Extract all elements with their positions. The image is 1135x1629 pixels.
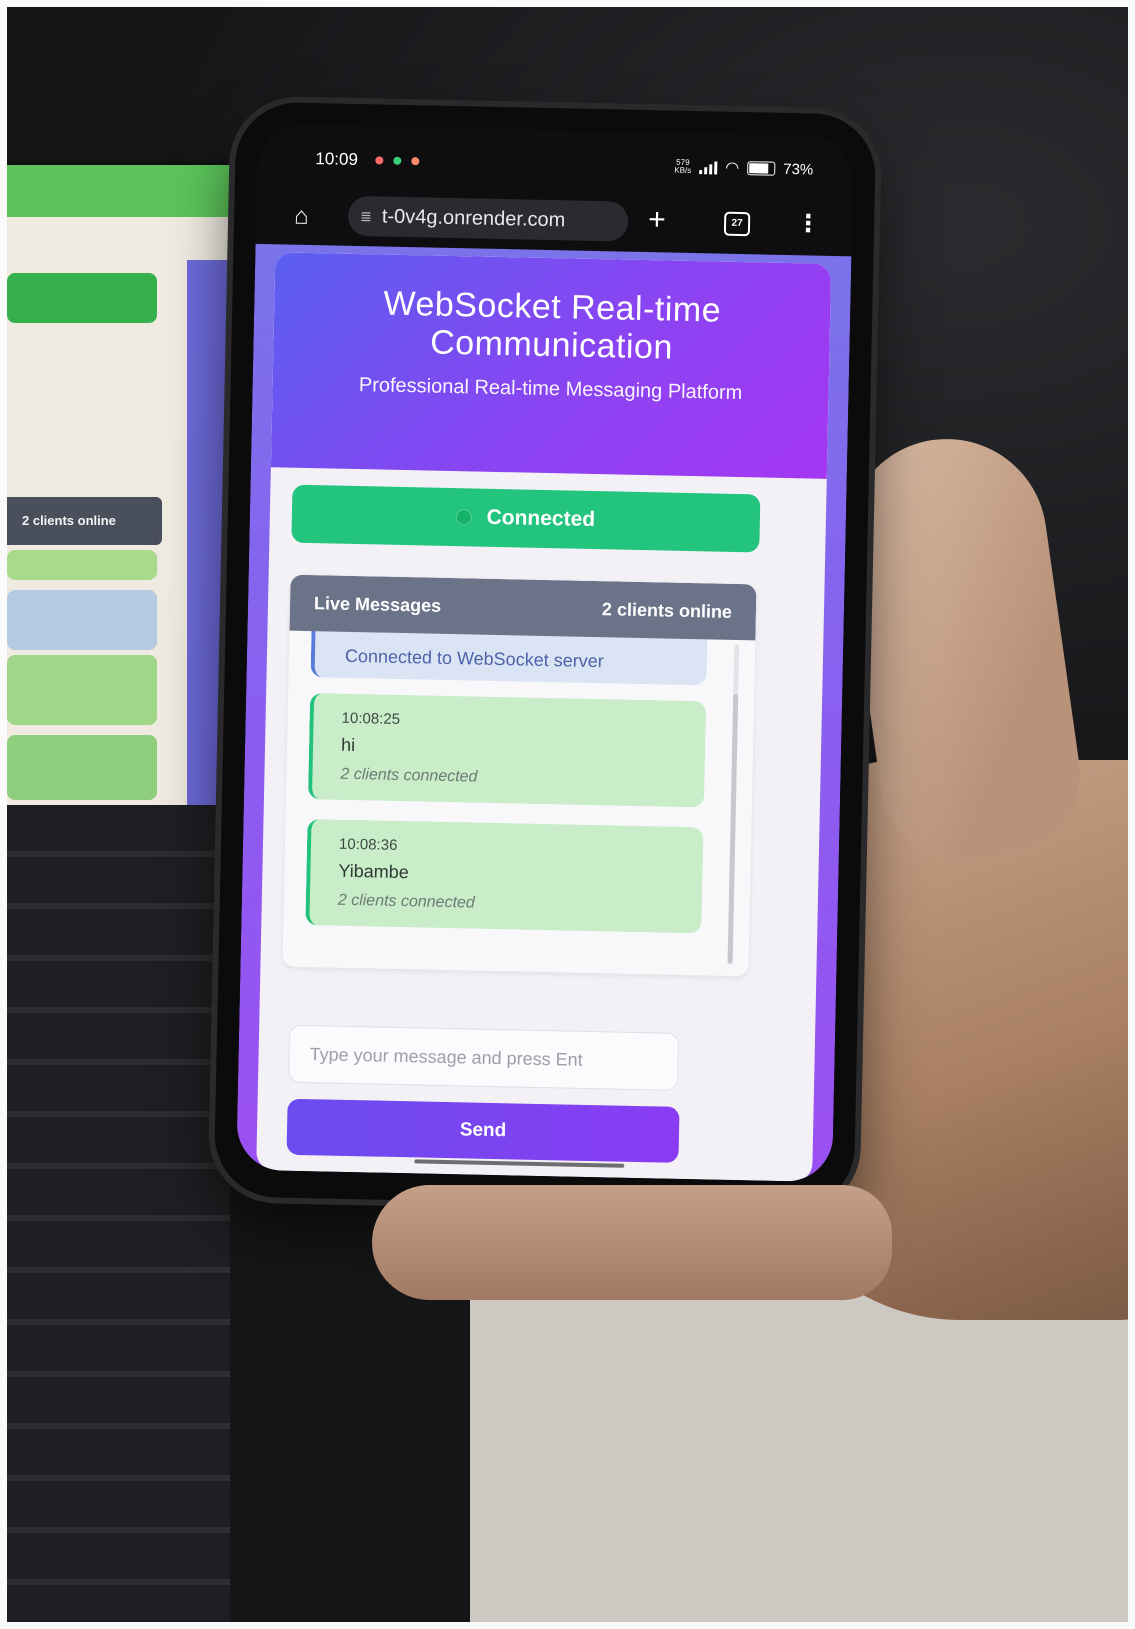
menu-icon[interactable]: ⋮: [796, 209, 821, 238]
phone: 10:09 579 KB/s ◠ 73% ⌂ ≣ t-0v4g.onrender…: [213, 101, 877, 1210]
laptop-message: [7, 550, 157, 580]
message-meta: 2 clients connected: [337, 891, 475, 912]
laptop-topbar: [7, 165, 237, 217]
home-icon[interactable]: ⌂: [294, 203, 309, 231]
message-time: 10:08:36: [338, 835, 398, 854]
battery-icon: [747, 161, 776, 176]
notification-dots: [375, 156, 420, 166]
app-container: WebSocket Real-time Communication Profes…: [256, 252, 832, 1182]
notification-dot: [411, 157, 420, 166]
clients-online-badge: 2 clients online: [601, 598, 733, 622]
background-laptop-screen: 2 clients online: [7, 165, 237, 805]
connection-status-label: Connected: [486, 505, 596, 532]
battery-percent: 73%: [783, 160, 814, 179]
message-meta: 2 clients connected: [340, 765, 478, 786]
notification-dot: [393, 156, 402, 165]
address-bar[interactable]: ≣ t-0v4g.onrender.com: [347, 195, 629, 242]
message-list[interactable]: Connected to WebSocket server 10:08:25 h…: [282, 617, 755, 977]
message-item: 10:08:36 Yibambe 2 clients connected: [305, 819, 704, 934]
desk-surface: [470, 1270, 1135, 1629]
laptop-keyboard: [0, 805, 230, 1625]
site-settings-icon[interactable]: ≣: [360, 208, 372, 225]
browser-toolbar: ⌂ ≣ t-0v4g.onrender.com + 27 ⋮: [256, 184, 853, 254]
message-text: hi: [340, 734, 356, 756]
wifi-icon: ◠: [725, 159, 740, 177]
photo-scene: 2 clients online 10:09 579 KB/s ◠ 73% ⌂ …: [0, 0, 1135, 1629]
connection-status: Connected: [291, 484, 761, 553]
laptop-message: [7, 655, 157, 725]
messages-header: Live Messages 2 clients online: [289, 574, 757, 641]
messages-panel: Live Messages 2 clients online Connected…: [282, 574, 757, 977]
send-button[interactable]: Send: [286, 1098, 680, 1163]
laptop-message: [7, 735, 157, 800]
page-title: WebSocket Real-time Communication: [383, 284, 722, 367]
laptop-status-card: [7, 273, 157, 323]
notification-dot: [375, 156, 384, 165]
laptop-message: [7, 590, 157, 650]
url-text[interactable]: t-0v4g.onrender.com: [382, 205, 566, 232]
message-item: 10:08:25 hi 2 clients connected: [307, 693, 707, 808]
tab-switcher-icon[interactable]: 27: [723, 211, 751, 237]
page-subtitle: Professional Real-time Messaging Platfor…: [358, 374, 743, 405]
network-speed: 579 KB/s: [674, 157, 692, 175]
message-time: 10:08:25: [341, 709, 401, 728]
status-indicators: 579 KB/s ◠ 73%: [674, 157, 813, 180]
message-text: Yibambe: [338, 860, 410, 883]
message-input[interactable]: [287, 1024, 680, 1091]
web-page: WebSocket Real-time Communication Profes…: [236, 243, 852, 1183]
status-dot-icon: [456, 510, 471, 525]
signal-icon: [699, 160, 718, 174]
laptop-clients-chip: 2 clients online: [7, 497, 162, 545]
app-header: WebSocket Real-time Communication Profes…: [270, 252, 832, 479]
messages-header-title: Live Messages: [313, 592, 442, 616]
status-time: 10:09: [315, 149, 359, 169]
phone-screen: 10:09 579 KB/s ◠ 73% ⌂ ≣ t-0v4g.onrender…: [236, 123, 854, 1183]
new-tab-icon[interactable]: +: [648, 203, 666, 237]
hand-finger: [372, 1185, 892, 1300]
